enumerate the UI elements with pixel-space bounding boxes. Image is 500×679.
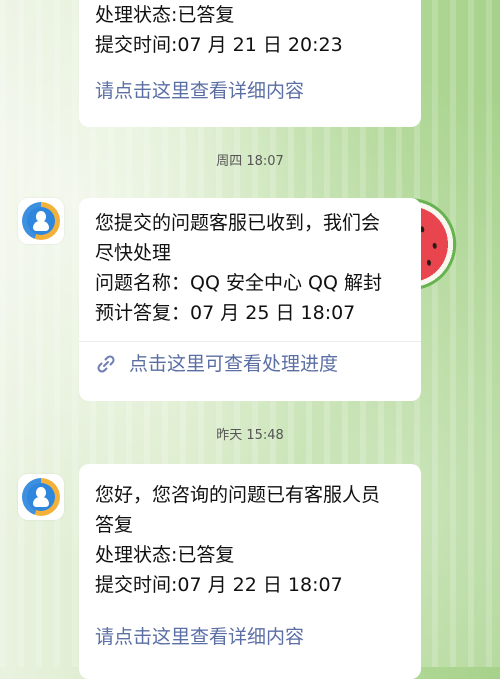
link-icon xyxy=(95,352,119,376)
view-progress-link[interactable]: 点击这里可查看处理进度 xyxy=(129,349,338,379)
qq-security-center-avatar-icon[interactable] xyxy=(18,198,64,244)
message-line: 尽快处理 xyxy=(95,242,172,264)
chat-timestamp: 周四 18:07 xyxy=(216,154,284,169)
message-line: 问题名称：QQ 安全中心 QQ 解封 xyxy=(95,272,382,294)
view-details-link[interactable]: 请点击这里查看详细内容 xyxy=(95,622,405,652)
message-line: 预计答复：07 月 25 日 18:07 xyxy=(95,302,356,324)
message-bubble-3: 您好，您咨询的问题已有客服人员 答复 处理状态:已答复 提交时间:07 月 22… xyxy=(79,464,421,679)
message-line: 您提交的问题客服已收到，我们会 xyxy=(95,212,381,234)
progress-link-row[interactable]: 点击这里可查看处理进度 xyxy=(95,342,405,386)
view-details-link[interactable]: 请点击这里查看详细内容 xyxy=(95,76,405,106)
qq-security-center-avatar-icon[interactable] xyxy=(18,474,64,520)
message-bubble-2: 您提交的问题客服已收到，我们会 尽快处理 问题名称：QQ 安全中心 QQ 解封 … xyxy=(79,198,421,401)
message-line: 处理状态:已答复 xyxy=(95,544,235,566)
message-bubble-1: 处理状态:已答复 提交时间:07 月 21 日 20:23 请点击这里查看详细内… xyxy=(79,0,421,127)
message-line: 处理状态:已答复 xyxy=(95,4,235,26)
message-line: 提交时间:07 月 22 日 18:07 xyxy=(95,574,343,596)
message-line: 您好，您咨询的问题已有客服人员 xyxy=(95,484,381,506)
message-line: 答复 xyxy=(95,514,134,536)
message-line: 提交时间:07 月 21 日 20:23 xyxy=(95,34,343,56)
chat-timestamp: 昨天 15:48 xyxy=(216,428,284,443)
